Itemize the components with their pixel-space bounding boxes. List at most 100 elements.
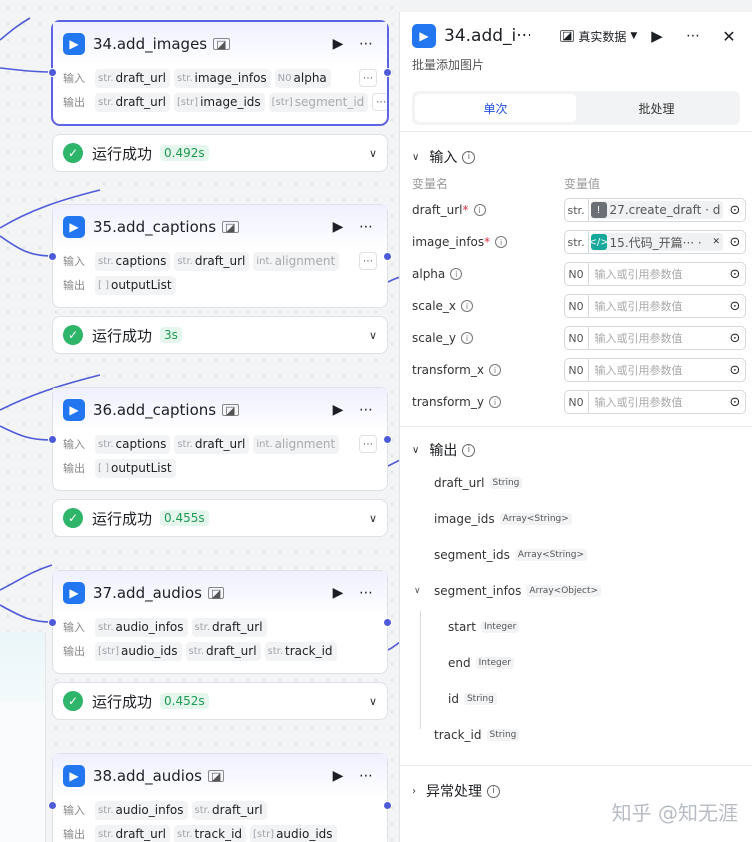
chevron-down-icon[interactable]: ∨ <box>369 695 377 708</box>
info-icon: i <box>461 300 474 312</box>
node-more-button[interactable]: ⋯ <box>355 216 377 238</box>
remove-ref-icon[interactable]: ✕ <box>712 237 720 247</box>
run-node-button[interactable]: ▶ <box>327 216 349 238</box>
output-port[interactable] <box>383 68 392 77</box>
run-node-button[interactable]: ▶ <box>327 582 349 604</box>
output-subitem: end Integer <box>434 645 752 681</box>
target-icon[interactable]: ⊙ <box>725 235 745 250</box>
node-output-row: 输出 [str] audio_ids str. draft_url str. trac… <box>53 639 387 663</box>
col-value-header: 变量值 <box>564 176 601 191</box>
edge <box>0 564 53 591</box>
node-34-add-images[interactable]: ▶ 34.add_images ◪ ▶ ⋯ 输入 str. draft_url s… <box>48 21 392 125</box>
edge <box>0 604 53 623</box>
node-run-status[interactable]: ✓ 运行成功 0.452s ∨ <box>52 682 388 720</box>
plugin-icon: ▶ <box>63 399 85 421</box>
edge <box>0 235 53 257</box>
more-params-button[interactable]: ⋯ <box>359 435 377 453</box>
target-icon[interactable]: ⊙ <box>725 267 745 282</box>
run-node-button[interactable]: ▶ <box>327 765 349 787</box>
info-icon: i <box>495 236 508 248</box>
target-icon[interactable]: ⊙ <box>725 395 745 410</box>
more-params-button[interactable]: ⋯ <box>372 93 387 111</box>
tab-single[interactable]: 单次 <box>415 94 576 122</box>
data-mode-select[interactable]: ◪ 真实数据 ▼ <box>556 28 637 45</box>
param-tag: str. track_id <box>264 641 337 661</box>
edge <box>0 17 31 41</box>
input-port[interactable] <box>48 252 57 261</box>
param-tag: [ ] outputList <box>95 275 176 295</box>
node-input-row: 输入 str. draft_url str. image_infos N0 alpha… <box>53 66 387 90</box>
panel-header: ▶ 34.add_i··· ◪ 真实数据 ▼ ▶ ⋯ ✕ <box>400 12 752 60</box>
reference-chip[interactable]: ! 27.create_draft · d <box>590 201 723 219</box>
close-icon[interactable]: ✕ <box>718 25 740 47</box>
run-node-button[interactable]: ▶ <box>327 33 349 55</box>
output-port[interactable] <box>383 252 392 261</box>
node-more-button[interactable]: ⋯ <box>355 582 377 604</box>
param-tag: str. draft_url <box>174 251 250 271</box>
plugin-icon: ▶ <box>63 33 85 55</box>
panel-more-button[interactable]: ⋯ <box>682 25 704 47</box>
node-output-row: 输出 str. draft_url [str] image_ids [str] seg… <box>53 90 387 114</box>
info-icon: i <box>462 443 476 457</box>
chevron-right-icon: › <box>412 785 416 797</box>
param-tag: str. draft_url <box>185 641 261 661</box>
node-37-add-audios[interactable]: ▶ 37.add_audios ◪ ▶ ⋯ 输入 str. audio_infos… <box>48 570 392 674</box>
param-value-field[interactable]: N0 输入或引用参数值 ⊙ <box>563 390 746 414</box>
param-value-field[interactable]: N0 输入或引用参数值 ⊙ <box>563 262 746 286</box>
target-icon[interactable]: ⊙ <box>725 363 745 378</box>
param-name: transform_x i <box>412 363 564 377</box>
watermark: 知乎 @知无涯 <box>611 801 738 825</box>
node-more-button[interactable]: ⋯ <box>355 399 377 421</box>
node-output-row: 输出 [ ] outputList <box>53 456 387 480</box>
param-name: alpha i <box>412 267 564 281</box>
input-port[interactable] <box>48 618 57 627</box>
plugin-icon: ▶ <box>412 24 436 48</box>
chevron-down-icon[interactable]: ∨ <box>369 512 377 525</box>
more-params-button[interactable]: ⋯ <box>359 252 377 270</box>
target-icon[interactable]: ⊙ <box>725 331 745 346</box>
chevron-down-icon: ∨ <box>412 444 420 456</box>
target-icon[interactable]: ⊙ <box>725 203 745 218</box>
panel-description: 批量添加图片 <box>412 58 485 72</box>
output-port[interactable] <box>383 618 392 627</box>
param-value-field[interactable]: str. ! 27.create_draft · d ⊙ <box>563 198 746 222</box>
output-section-header[interactable]: ∨ 输出 i <box>400 435 752 465</box>
output-subitem: start Integer <box>434 609 752 645</box>
param-value-field[interactable]: N0 输入或引用参数值 ⊙ <box>563 294 746 318</box>
plugin-icon: ▶ <box>63 582 85 604</box>
chevron-down-icon[interactable]: ∨ <box>369 329 377 342</box>
run-time: 0.452s <box>160 693 209 709</box>
more-params-button[interactable]: ⋯ <box>359 69 377 87</box>
output-label: 输出 <box>63 828 85 841</box>
param-value-field[interactable]: str. </>15.代码_开篇··· ·✕ ⊙ <box>563 230 746 254</box>
output-port[interactable] <box>383 801 392 810</box>
info-icon: i <box>487 784 500 798</box>
output-item-expandable[interactable]: ∨ segment_infos Array<Object> <box>414 573 752 609</box>
node-35-add-captions[interactable]: ▶ 35.add_captions ◪ ▶ ⋯ 输入 str. captions … <box>48 204 392 308</box>
node-detail-panel: ▶ 34.add_i··· ◪ 真实数据 ▼ ▶ ⋯ ✕ 批量添加图片 单次 批… <box>399 12 752 842</box>
input-port[interactable] <box>48 435 57 444</box>
node-run-status[interactable]: ✓ 运行成功 3s ∨ <box>52 316 388 354</box>
reference-chip[interactable]: </>15.代码_开篇··· ·✕ <box>590 233 723 251</box>
node-more-button[interactable]: ⋯ <box>355 765 377 787</box>
tab-batch[interactable]: 批处理 <box>576 94 737 122</box>
input-section-header[interactable]: ∨ 输入 i <box>400 142 752 172</box>
node-36-add-captions[interactable]: ▶ 36.add_captions ◪ ▶ ⋯ 输入 str. captions … <box>48 387 392 491</box>
node-38-add-audios[interactable]: ▶ 38.add_audios ◪ ▶ ⋯ 输入 str. audio_infos… <box>48 753 392 842</box>
node-run-status[interactable]: ✓ 运行成功 0.492s ∨ <box>52 134 388 172</box>
param-value-field[interactable]: N0 输入或引用参数值 ⊙ <box>563 326 746 350</box>
input-port[interactable] <box>48 801 57 810</box>
target-icon[interactable]: ⊙ <box>725 299 745 314</box>
chevron-down-icon[interactable]: ∨ <box>369 147 377 160</box>
output-port[interactable] <box>383 435 392 444</box>
node-run-status[interactable]: ✓ 运行成功 0.455s ∨ <box>52 499 388 537</box>
param-value-field[interactable]: N0 输入或引用参数值 ⊙ <box>563 358 746 382</box>
node-more-button[interactable]: ⋯ <box>355 33 377 55</box>
input-port[interactable] <box>48 68 57 77</box>
run-node-button[interactable]: ▶ <box>327 399 349 421</box>
run-node-button[interactable]: ▶ <box>646 25 668 47</box>
section-title: 输入 <box>429 150 458 166</box>
param-tag: [str] image_ids <box>174 92 265 112</box>
workflow-canvas[interactable]: ▶ 34.add_images ◪ ▶ ⋯ 输入 str. draft_url s… <box>0 0 400 842</box>
chevron-down-icon: ∨ <box>412 151 420 163</box>
